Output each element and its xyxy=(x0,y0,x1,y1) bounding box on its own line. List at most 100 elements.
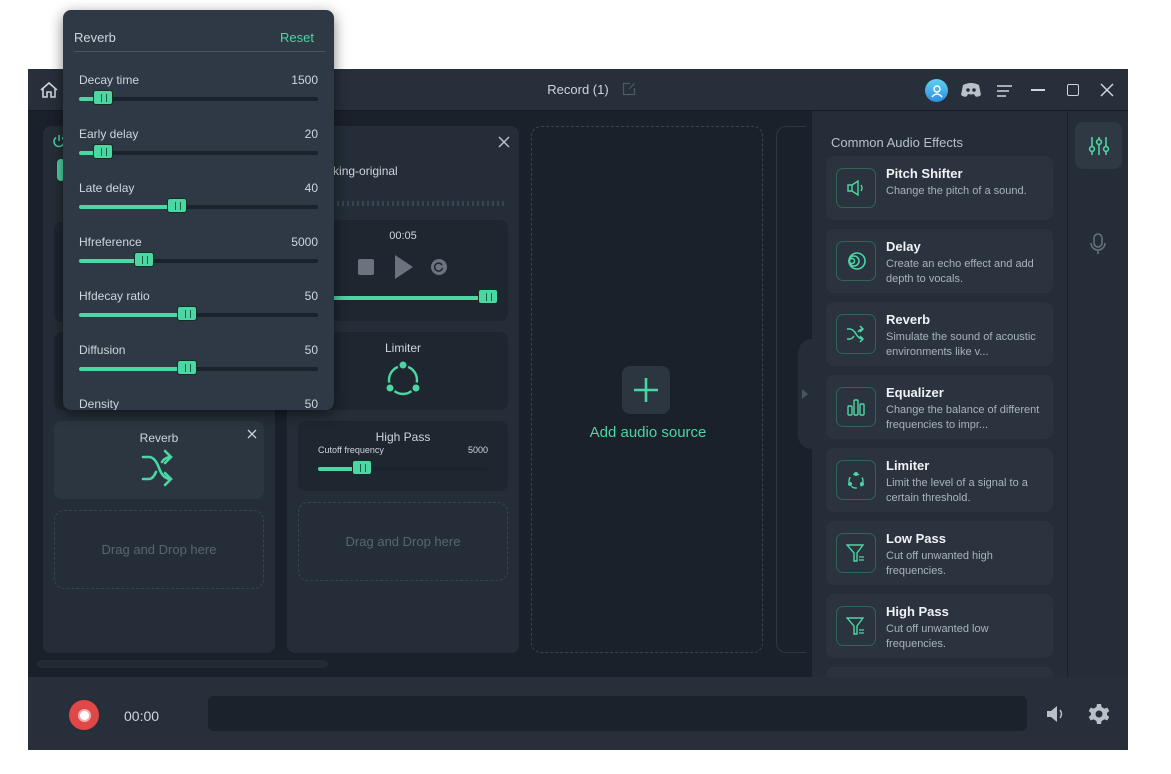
playback-slider[interactable] xyxy=(308,289,498,304)
effect-description: Create an echo effect and add depth to v… xyxy=(886,258,1034,285)
param-value: 1500 xyxy=(291,73,318,87)
reverb-param-row: Hfreference 5000 xyxy=(79,235,318,289)
effect-label: Reverb xyxy=(139,431,179,445)
effects-panel: Common Audio Effects Pitch Shifter Change… xyxy=(812,111,1067,677)
effect-item-high-pass[interactable]: High Pass Cut off unwanted low frequencie… xyxy=(826,594,1053,658)
param-slider[interactable] xyxy=(79,252,318,267)
effect-item-low-pass[interactable]: Low Pass Cut off unwanted high frequencie… xyxy=(826,521,1053,585)
plus-icon[interactable] xyxy=(622,366,670,414)
effect-item-pitch-shifter[interactable]: Pitch Shifter Change the pitch of a sound… xyxy=(826,156,1053,220)
effects-tab-mixer-icon[interactable] xyxy=(1075,122,1122,169)
stop-icon[interactable] xyxy=(358,259,374,275)
param-value: 50 xyxy=(304,343,318,357)
drop-zone[interactable]: Drag and Drop here xyxy=(54,510,264,589)
side-rail xyxy=(1067,111,1128,677)
effect-item-more[interactable] xyxy=(826,667,1053,677)
param-slider[interactable] xyxy=(79,360,318,375)
discord-icon[interactable] xyxy=(960,81,982,99)
param-label: Density xyxy=(79,397,120,410)
waveform xyxy=(307,201,505,206)
reverb-param-row: Density 50 xyxy=(79,397,318,410)
param-label: Early delay xyxy=(79,127,139,141)
shuffle-icon xyxy=(836,314,876,354)
reset-button[interactable]: Reset xyxy=(280,30,314,45)
settings-gear-icon[interactable] xyxy=(1088,703,1110,730)
effect-description: Change the pitch of a sound. xyxy=(886,185,1027,197)
param-value: 5000 xyxy=(291,235,318,249)
effect-item-reverb[interactable]: Reverb Simulate the sound of acoustic env… xyxy=(826,302,1053,366)
param-value: 5000 xyxy=(467,445,488,455)
record-button[interactable] xyxy=(69,700,99,730)
close-icon[interactable] xyxy=(1100,83,1114,102)
effect-label: High Pass xyxy=(375,430,431,444)
param-value: 20 xyxy=(304,127,318,141)
recording-track xyxy=(208,696,1027,731)
slider-thumb[interactable] xyxy=(166,198,187,213)
effect-item-limiter[interactable]: Limiter Limit the level of a signal to a … xyxy=(826,448,1053,512)
horizontal-scrollbar[interactable] xyxy=(37,660,328,668)
effect-item-delay[interactable]: Delay Create an echo effect and add depth… xyxy=(826,229,1053,293)
slider-thumb[interactable] xyxy=(352,460,373,475)
volume-icon[interactable] xyxy=(1046,704,1068,729)
effect-description: Cut off unwanted high frequencies. xyxy=(886,550,993,577)
effect-description: Limit the level of a signal to a certain… xyxy=(886,477,1028,504)
user-avatar-icon[interactable] xyxy=(925,79,948,102)
param-slider[interactable] xyxy=(79,144,318,159)
edit-icon[interactable] xyxy=(622,82,636,96)
effect-name: Delay xyxy=(886,239,921,254)
effect-name: Equalizer xyxy=(886,385,944,400)
minimize-icon[interactable] xyxy=(1031,89,1045,91)
effect-item-equalizer[interactable]: Equalizer Change the balance of different… xyxy=(826,375,1053,439)
param-label: Cutoff frequency xyxy=(318,445,384,455)
param-label: Diffusion xyxy=(79,343,126,357)
param-slider[interactable] xyxy=(79,90,318,105)
drop-zone[interactable]: Drag and Drop here xyxy=(298,502,508,581)
echo-icon xyxy=(836,241,876,281)
loop-icon[interactable] xyxy=(431,259,447,275)
slider-thumb[interactable] xyxy=(478,289,498,304)
param-slider[interactable] xyxy=(79,198,318,213)
bottom-bar: 00:00 xyxy=(28,677,1128,750)
slider-thumb[interactable] xyxy=(92,144,113,159)
divider xyxy=(74,51,325,52)
reverb-settings-popup: Reverb Reset Decay time 1500 Early delay 20… xyxy=(63,10,334,410)
slider-thumb[interactable] xyxy=(176,360,197,375)
popup-title: Reverb xyxy=(74,30,116,45)
effect-description: Cut off unwanted low frequencies. xyxy=(886,623,989,650)
param-label: Decay time xyxy=(79,73,140,87)
maximize-icon[interactable] xyxy=(1067,84,1079,96)
effect-description: Change the balance of different frequenc… xyxy=(886,404,1040,431)
reverb-param-row: Early delay 20 xyxy=(79,127,318,181)
record-time: 00:00 xyxy=(124,708,160,724)
param-label: Hfreference xyxy=(79,235,142,249)
add-audio-source[interactable]: Add audio source xyxy=(531,126,763,653)
effect-name: Limiter xyxy=(886,458,930,473)
limiter-icon xyxy=(384,359,422,403)
reverb-param-row: Decay time 1500 xyxy=(79,73,318,127)
menu-icon[interactable] xyxy=(997,84,1012,97)
slider-thumb[interactable] xyxy=(133,252,154,267)
add-source-label: Add audio source xyxy=(589,424,707,441)
effect-description: Simulate the sound of acoustic environme… xyxy=(886,331,1036,358)
effect-name: Pitch Shifter xyxy=(886,166,963,181)
cutoff-frequency-slider[interactable] xyxy=(318,460,488,475)
reverb-param-row: Hfdecay ratio 50 xyxy=(79,289,318,343)
effect-high-pass[interactable]: High Pass Cutoff frequency 5000 xyxy=(298,421,508,491)
remove-effect-icon[interactable] xyxy=(247,426,257,444)
close-source-icon[interactable] xyxy=(498,135,510,153)
microphone-icon[interactable] xyxy=(1090,233,1106,260)
param-label: Late delay xyxy=(79,181,135,195)
effect-reverb[interactable]: Reverb xyxy=(54,421,264,499)
param-value: 50 xyxy=(304,397,318,410)
speaker-icon xyxy=(836,168,876,208)
reverb-param-row: Late delay 40 xyxy=(79,181,318,235)
slider-thumb[interactable] xyxy=(176,306,197,321)
play-icon[interactable] xyxy=(394,254,414,285)
param-slider[interactable] xyxy=(79,306,318,321)
param-label: Hfdecay ratio xyxy=(79,289,150,303)
effect-name: Low Pass xyxy=(886,531,946,546)
equalizer-icon xyxy=(836,387,876,427)
collapse-panel-handle[interactable] xyxy=(798,339,812,449)
slider-thumb[interactable] xyxy=(92,90,113,105)
param-value: 40 xyxy=(304,181,318,195)
